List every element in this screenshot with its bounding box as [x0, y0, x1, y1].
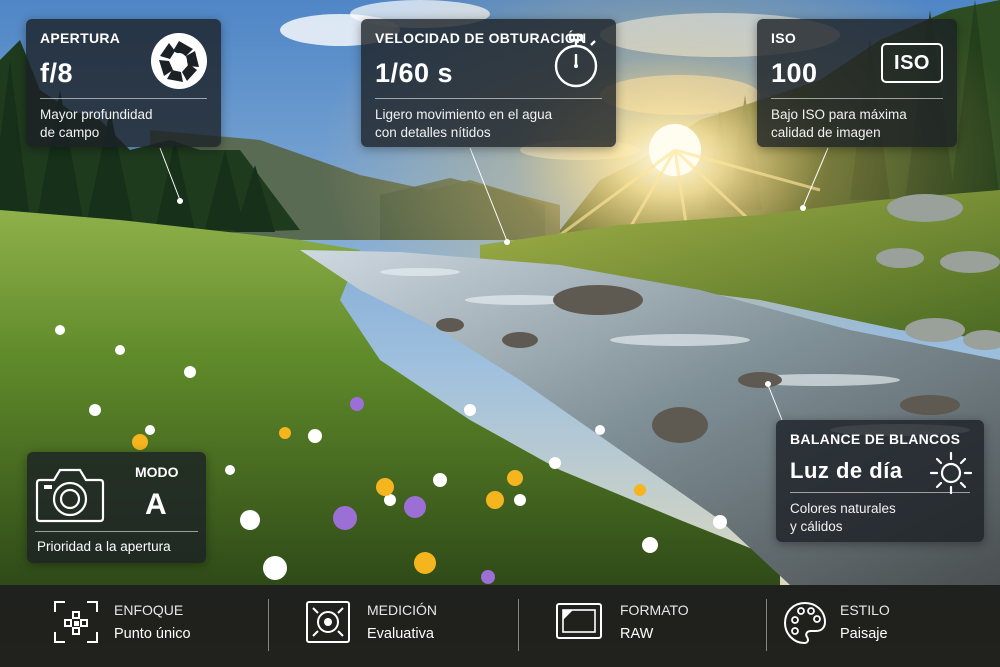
- mode-card[interactable]: MODO A Prioridad a la apertura: [27, 452, 206, 563]
- bar-divider: [766, 599, 767, 651]
- format-setting[interactable]: FORMATO RAW: [555, 585, 755, 667]
- palette-icon: [783, 601, 827, 645]
- style-title: ESTILO: [840, 602, 890, 618]
- iso-card[interactable]: ISO 100 Bajo ISO para máxima calidad de …: [757, 19, 957, 147]
- white-balance-description-line1: Colores naturales: [790, 501, 896, 516]
- mode-divider: [35, 531, 198, 532]
- metering-setting[interactable]: MEDICIÓN Evaluativa: [305, 585, 505, 667]
- aperture-card[interactable]: APERTURA f/8 Mayor profundidad de campo: [26, 19, 221, 147]
- format-value: RAW: [620, 626, 654, 642]
- mode-value: A: [145, 488, 167, 521]
- mode-description: Prioridad a la apertura: [37, 539, 171, 554]
- format-title: FORMATO: [620, 602, 689, 618]
- raw-format-icon: [556, 603, 602, 639]
- metering-title: MEDICIÓN: [367, 602, 437, 618]
- aperture-divider: [40, 98, 207, 99]
- iso-divider: [771, 98, 943, 99]
- bar-divider: [518, 599, 519, 651]
- sun-icon: [929, 451, 973, 495]
- focus-value: Punto único: [114, 626, 191, 642]
- white-balance-label: BALANCE DE BLANCOS: [790, 431, 961, 447]
- focus-point-icon: [54, 601, 98, 643]
- shutter-speed-divider: [375, 98, 602, 99]
- iso-badge-icon: ISO: [881, 43, 943, 83]
- focus-title: ENFOQUE: [114, 602, 184, 618]
- aperture-icon: [151, 33, 207, 89]
- metering-icon: [306, 601, 350, 643]
- white-balance-description-line2: y cálidos: [790, 519, 843, 534]
- focus-setting[interactable]: ENFOQUE Punto único: [50, 585, 260, 667]
- aperture-description-line2: de campo: [40, 125, 100, 140]
- white-balance-card[interactable]: BALANCE DE BLANCOS Luz de día Colores na…: [776, 420, 984, 542]
- mode-label: MODO: [135, 464, 179, 480]
- aperture-description-line1: Mayor profundidad: [40, 107, 153, 122]
- metering-value: Evaluativa: [367, 626, 434, 642]
- bar-divider: [268, 599, 269, 651]
- style-value: Paisaje: [840, 626, 888, 642]
- iso-description-line1: Bajo ISO para máxima: [771, 107, 907, 122]
- shutter-speed-card[interactable]: VELOCIDAD DE OBTURACIÓN 1/60 s Ligero mo…: [361, 19, 616, 147]
- shutter-speed-description-line2: con detalles nítidos: [375, 125, 491, 140]
- bottom-settings-bar: ENFOQUE Punto único MEDICIÓN Evaluativa …: [0, 585, 1000, 667]
- shutter-speed-description-line1: Ligero movimiento en el agua: [375, 107, 553, 122]
- camera-icon: [35, 468, 105, 523]
- style-setting[interactable]: ESTILO Paisaje: [782, 585, 982, 667]
- iso-description-line2: calidad de imagen: [771, 125, 881, 140]
- stopwatch-icon: [554, 33, 598, 88]
